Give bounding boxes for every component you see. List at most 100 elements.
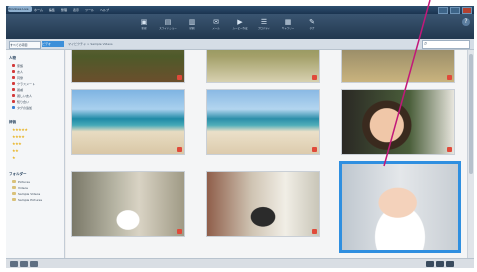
sidebar-item-person[interactable]: 親戚 bbox=[12, 87, 23, 92]
menu-item[interactable]: 編集 bbox=[49, 7, 55, 13]
tag-color-icon bbox=[12, 82, 15, 85]
sidebar-item-rating[interactable]: ★★★★ bbox=[12, 134, 25, 139]
slideshow-icon: ▤ bbox=[164, 18, 172, 26]
menu-item[interactable]: 表示 bbox=[73, 7, 79, 13]
sidebar-item-add-tag[interactable]: タグの追加 bbox=[12, 105, 32, 110]
sidebar-item-person[interactable]: クラスメート bbox=[12, 81, 35, 86]
thumbnail[interactable] bbox=[72, 172, 184, 236]
tag-icon: ✎ bbox=[309, 18, 315, 26]
thumbnail[interactable] bbox=[207, 50, 319, 82]
video-badge-icon bbox=[447, 147, 452, 152]
folder-icon bbox=[12, 180, 16, 183]
toolbar-slideshow[interactable]: ▤ スライドショー bbox=[158, 18, 178, 36]
folder-icon bbox=[12, 192, 16, 195]
sidebar-heading-people: 人物 bbox=[9, 56, 16, 60]
add-tag-icon bbox=[12, 106, 15, 109]
thumbnail[interactable] bbox=[207, 90, 319, 154]
sidebar: 人物 家族 友人 同僚 クラスメート 親戚 親しい友人 知り合い タグの追加 評… bbox=[6, 50, 65, 258]
screen: Windows Live ホーム 編集 整理 表示 ツール ヘルプ ▣ 新規 ▤ ス… bbox=[6, 6, 474, 268]
sidebar-item-label: Videos bbox=[18, 185, 28, 190]
rotate-right-icon[interactable] bbox=[436, 261, 444, 267]
video-badge-icon bbox=[177, 75, 182, 80]
tag-color-icon bbox=[12, 88, 15, 91]
thumbnail[interactable] bbox=[342, 90, 454, 154]
title-bar: Windows Live ホーム 編集 整理 表示 ツール ヘルプ bbox=[6, 6, 474, 14]
sidebar-item-rating[interactable]: ★★ bbox=[12, 148, 19, 153]
new-icon: ▣ bbox=[140, 18, 148, 26]
toolbar-label: 印刷 bbox=[189, 27, 195, 30]
sidebar-item-person[interactable]: 家族 bbox=[12, 63, 23, 68]
print-icon: ▥ bbox=[188, 18, 196, 26]
toolbar-new[interactable]: ▣ 新規 bbox=[134, 18, 154, 36]
menu-item[interactable]: 整理 bbox=[61, 7, 67, 13]
sidebar-item-folder[interactable]: Sample Videos bbox=[12, 191, 40, 196]
sidebar-item-label: クラスメート bbox=[17, 81, 35, 86]
maximize-button[interactable] bbox=[450, 7, 460, 14]
sidebar-item-label: Pictures bbox=[18, 179, 30, 184]
video-badge-icon bbox=[312, 147, 317, 152]
ribbon-toolbar: ▣ 新規 ▤ スライドショー ▥ 印刷 ✉ メール ▶ ムービー作成 ☰ プロパティ ▦ ギャ… bbox=[6, 14, 474, 39]
tag-color-icon bbox=[12, 64, 15, 67]
zoom-icon[interactable] bbox=[30, 261, 38, 267]
sidebar-item-label: 友人 bbox=[17, 69, 24, 74]
window-controls bbox=[438, 7, 472, 14]
minimize-button[interactable] bbox=[438, 7, 448, 14]
star-rating-icon: ★★★★★ bbox=[12, 127, 28, 132]
sidebar-item-person[interactable]: 知り合い bbox=[12, 99, 29, 104]
sidebar-item-label: Sample Pictures bbox=[18, 197, 43, 202]
folder-icon bbox=[12, 186, 16, 189]
selected-thumbnail[interactable] bbox=[342, 164, 458, 250]
menu-item[interactable]: ヘルプ bbox=[100, 7, 109, 13]
movie-icon: ▶ bbox=[237, 18, 243, 26]
video-badge-icon bbox=[312, 229, 317, 234]
scrollbar-thumb[interactable] bbox=[469, 54, 473, 174]
view-thumbnails-icon[interactable] bbox=[20, 261, 28, 267]
vertical-scrollbar[interactable] bbox=[467, 50, 474, 258]
sidebar-item-folder[interactable]: Videos bbox=[12, 185, 28, 190]
sidebar-heading-folders: フォルダー bbox=[9, 172, 27, 176]
close-button[interactable] bbox=[462, 7, 472, 14]
all-items-tab[interactable]: すべての項目 bbox=[9, 41, 41, 49]
menu-item[interactable]: ホーム bbox=[34, 7, 43, 13]
sidebar-item-person[interactable]: 親しい友人 bbox=[12, 93, 32, 98]
thumbnail[interactable] bbox=[207, 172, 319, 236]
navigation-bar: すべての項目 ビデオ マイピクチャ > Sample Videos ⌕ bbox=[6, 39, 474, 50]
sidebar-item-rating[interactable]: ★★★★★ bbox=[12, 127, 28, 132]
thumbnail[interactable] bbox=[72, 90, 184, 154]
thumbnail[interactable] bbox=[342, 50, 454, 82]
help-icon[interactable]: ? bbox=[462, 18, 470, 26]
toolbar-mail[interactable]: ✉ メール bbox=[206, 18, 226, 36]
sidebar-item-rating[interactable]: ★★★ bbox=[12, 141, 22, 146]
menu-bar: ホーム 編集 整理 表示 ツール ヘルプ bbox=[34, 7, 109, 13]
toolbar-label: 新規 bbox=[141, 27, 147, 30]
sidebar-item-folder[interactable]: Pictures bbox=[12, 179, 30, 184]
video-badge-icon bbox=[177, 147, 182, 152]
thumbnail-grid bbox=[66, 50, 468, 258]
toolbar-label: スライドショー bbox=[159, 27, 177, 30]
toolbar-movie[interactable]: ▶ ムービー作成 bbox=[230, 18, 250, 36]
toolbar-gallery[interactable]: ▦ ギャラリー bbox=[278, 18, 298, 36]
toolbar-tag[interactable]: ✎ タグ bbox=[302, 18, 322, 36]
sidebar-item-label: 知り合い bbox=[17, 99, 30, 104]
sidebar-item-rating[interactable]: ★ bbox=[12, 155, 16, 160]
rotate-left-icon[interactable] bbox=[426, 261, 434, 267]
menu-item[interactable]: ツール bbox=[85, 7, 94, 13]
view-details-icon[interactable] bbox=[10, 261, 18, 267]
slideshow-icon[interactable] bbox=[446, 261, 454, 267]
sidebar-item-person[interactable]: 友人 bbox=[12, 69, 23, 74]
folder-icon bbox=[12, 198, 16, 201]
search-icon: ⌕ bbox=[424, 40, 428, 47]
sidebar-item-folder[interactable]: Sample Pictures bbox=[12, 197, 42, 202]
app-title: Windows Live bbox=[8, 6, 32, 12]
thumbnail[interactable] bbox=[72, 50, 184, 82]
current-folder-tab[interactable]: ビデオ bbox=[42, 41, 64, 47]
sidebar-item-label: タグの追加 bbox=[17, 105, 33, 110]
search-input[interactable]: ⌕ bbox=[422, 40, 470, 49]
toolbar-label: ムービー作成 bbox=[232, 27, 248, 30]
toolbar-print[interactable]: ▥ 印刷 bbox=[182, 18, 202, 36]
video-badge-icon bbox=[312, 75, 317, 80]
sidebar-item-person[interactable]: 同僚 bbox=[12, 75, 23, 80]
tag-color-icon bbox=[12, 94, 15, 97]
star-rating-icon: ★★★ bbox=[12, 141, 22, 146]
toolbar-properties[interactable]: ☰ プロパティ bbox=[254, 18, 274, 36]
